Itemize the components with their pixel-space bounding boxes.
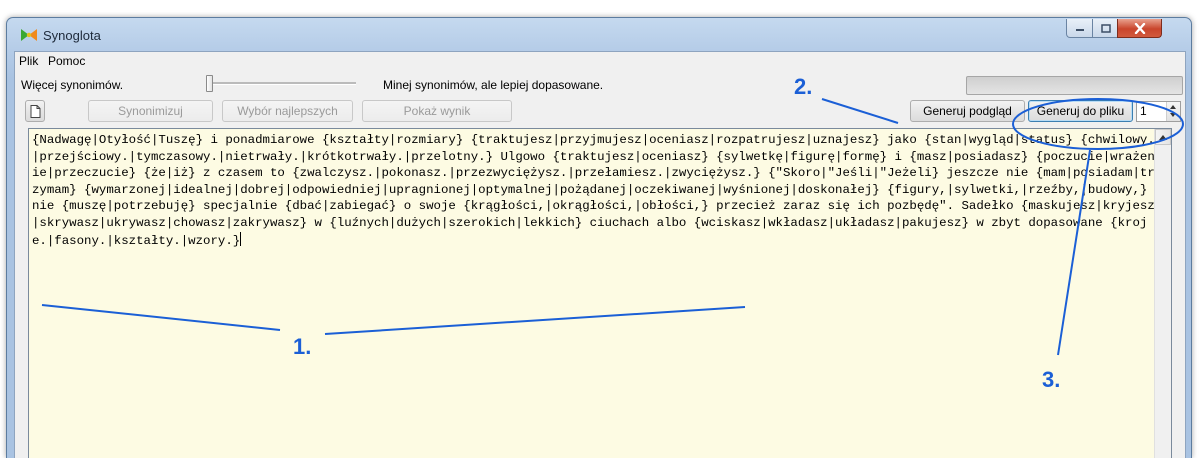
spinner-arrows[interactable] bbox=[1166, 102, 1180, 121]
fewer-synonyms-label: Minej synonimów, ale lepiej dopasowane. bbox=[383, 78, 604, 92]
wybor-najlepszych-button[interactable]: Wybór najlepszych bbox=[222, 100, 353, 122]
maximize-button[interactable] bbox=[1092, 19, 1119, 38]
window-title: Synoglota bbox=[43, 28, 101, 43]
new-document-button[interactable] bbox=[25, 100, 45, 122]
title-bar[interactable]: Synoglota bbox=[7, 18, 1191, 48]
client-area: Plik Pomoc Więcej synonimów. Minej synon… bbox=[14, 51, 1186, 458]
more-synonyms-label: Więcej synonimów. bbox=[21, 78, 124, 92]
copies-spinner[interactable]: 1 bbox=[1136, 101, 1181, 122]
scroll-up-button[interactable] bbox=[1155, 129, 1171, 145]
annotation-label-2: 2. bbox=[794, 74, 813, 99]
progress-bar bbox=[966, 76, 1183, 95]
scroll-up-icon bbox=[1159, 134, 1167, 140]
page-icon bbox=[30, 104, 40, 118]
options-row: Więcej synonimów. Minej synonimów, ale l… bbox=[15, 72, 1185, 98]
annotation-label-1: 1. bbox=[293, 334, 312, 359]
spin-up-icon[interactable] bbox=[1170, 105, 1176, 109]
app-window: Synoglota Plik Pomoc Więcej synonimów. M bbox=[6, 17, 1192, 458]
menu-pomoc[interactable]: Pomoc bbox=[48, 54, 85, 68]
vertical-scrollbar[interactable] bbox=[1154, 129, 1171, 458]
text-caret bbox=[240, 231, 242, 246]
generate-preview-button[interactable]: Generuj podgląd bbox=[910, 100, 1025, 122]
editor-content[interactable]: {Nadwagę|Otyłość|Tuszę} i ponadmiarowe {… bbox=[32, 133, 1155, 248]
annotation-label-3: 3. bbox=[1042, 367, 1061, 392]
synonym-slider-thumb[interactable] bbox=[206, 75, 213, 92]
synonym-slider-track[interactable] bbox=[211, 82, 356, 85]
generate-to-file-button[interactable]: Generuj do pliku bbox=[1028, 100, 1133, 122]
menu-plik[interactable]: Plik bbox=[19, 54, 38, 68]
pokaz-wynik-button[interactable]: Pokaż wynik bbox=[362, 100, 512, 122]
spin-down-icon[interactable] bbox=[1170, 113, 1176, 117]
minimize-button[interactable] bbox=[1066, 19, 1093, 38]
copies-value[interactable]: 1 bbox=[1140, 104, 1147, 118]
minimize-icon bbox=[1075, 29, 1084, 31]
close-icon bbox=[1134, 22, 1145, 34]
menu-bar: Plik Pomoc bbox=[15, 52, 1185, 70]
synonimizuj-button[interactable]: Synonimizuj bbox=[88, 100, 213, 122]
maximize-icon bbox=[1100, 23, 1111, 33]
text-editor[interactable]: {Nadwagę|Otyłość|Tuszę} i ponadmiarowe {… bbox=[28, 128, 1172, 458]
app-logo-icon bbox=[21, 29, 37, 41]
toolbar: Synonimizuj Wybór najlepszych Pokaż wyni… bbox=[15, 100, 1185, 126]
close-button[interactable] bbox=[1117, 19, 1162, 38]
